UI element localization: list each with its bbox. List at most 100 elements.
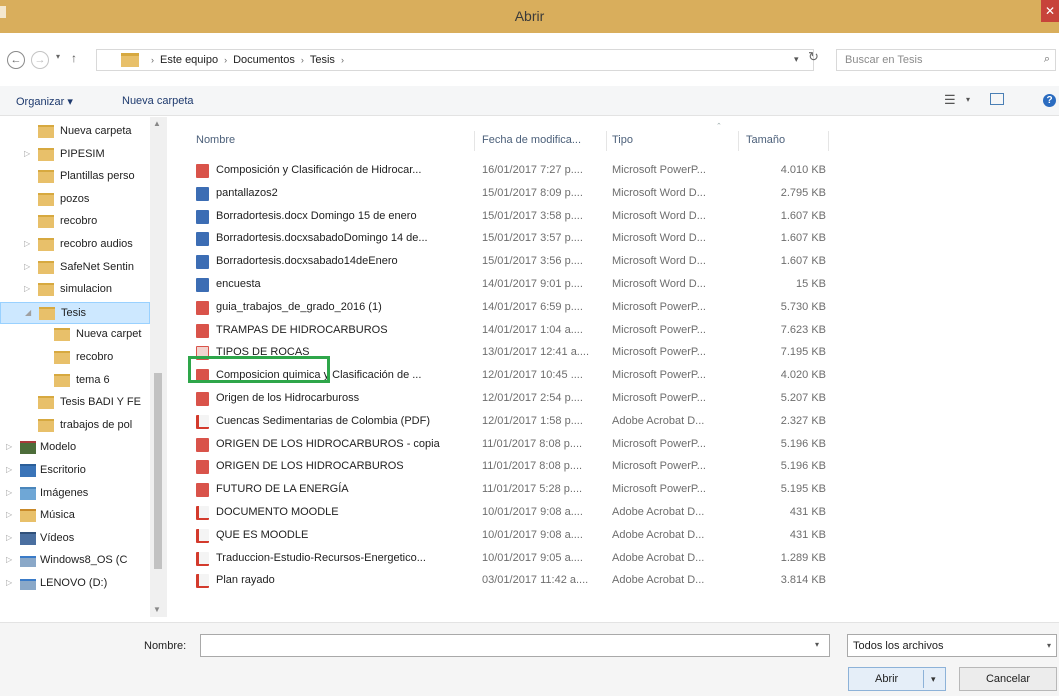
file-row[interactable]: Borradortesis.docx Domingo 15 de enero 15… [178,206,1058,228]
sidebar-item[interactable]: recobro [0,347,150,369]
file-row[interactable]: DOCUMENTO MOODLE 10/01/2017 9:08 a.... Ado… [178,502,1058,524]
expand-arrow-icon[interactable]: ▷ [6,488,12,497]
expand-arrow-icon[interactable]: ▷ [24,239,30,248]
breadcrumb-item-este-equipo[interactable]: Este equipo [160,54,218,66]
file-size: 5.195 KB [780,483,826,496]
file-row[interactable]: ORIGEN DE LOS HIDROCARBUROS - copia 11/01… [178,434,1058,456]
sidebar-item[interactable]: trabajos de pol [0,415,150,437]
cancel-button[interactable]: Cancelar [959,667,1057,691]
file-row[interactable]: QUE ES MOODLE 10/01/2017 9:08 a.... Adobe … [178,525,1058,547]
chevron-down-icon[interactable]: ▾ [1047,641,1051,650]
expand-arrow-icon[interactable]: ▷ [24,262,30,271]
preview-pane-icon[interactable] [990,93,1004,105]
breadcrumb-item-tesis[interactable]: Tesis [310,54,335,66]
recent-locations-icon[interactable]: ▾ [56,52,60,61]
up-button[interactable]: ↑ [71,51,77,65]
file-row[interactable]: Origen de los Hidrocarbuross 12/01/2017 2… [178,388,1058,410]
file-name: QUE ES MOODLE [216,528,309,541]
file-row[interactable]: ORIGEN DE LOS HIDROCARBUROS 11/01/2017 8:… [178,456,1058,478]
new-folder-button[interactable]: Nueva carpeta [122,95,194,107]
file-row[interactable]: Traduccion-Estudio-Recursos-Energetico..… [178,548,1058,570]
file-row[interactable]: Plan rayado 03/01/2017 11:42 a.... Adobe A… [178,570,1058,592]
column-divider[interactable] [474,131,475,151]
expanded-arrow-icon[interactable]: ◢ [25,308,31,317]
address-bar[interactable]: › Este equipo › Documentos › Tesis › ▾ [96,49,814,71]
change-view-icon[interactable]: ☰ [944,92,956,108]
expand-arrow-icon[interactable]: ▷ [6,442,12,451]
expand-arrow-icon[interactable]: ▷ [6,578,12,587]
sidebar-item-label: Música [40,509,75,522]
column-header-type[interactable]: Tipo [612,134,633,146]
sidebar-item[interactable]: ▷ recobro audios [0,234,150,256]
organize-menu[interactable]: Organizar ▾ [16,95,73,108]
open-options-chevron-icon[interactable]: ▾ [931,674,936,685]
scroll-down-icon[interactable]: ▼ [153,605,161,614]
sidebar-item[interactable]: pozos [0,189,150,211]
file-row[interactable]: pantallazos2 15/01/2017 8:09 p.... Microso… [178,183,1058,205]
column-header-size[interactable]: Tamaño [746,134,785,146]
expand-arrow-icon[interactable]: ▷ [6,533,12,542]
expand-arrow-icon[interactable]: ▷ [24,149,30,158]
sidebar-item[interactable]: ▷ Escritorio [0,460,150,482]
sidebar-item-label: recobro audios [60,238,133,250]
navigation-scrollbar[interactable]: ▲ ▼ [150,117,167,617]
expand-arrow-icon[interactable]: ▷ [6,555,12,564]
breadcrumb-item-documentos[interactable]: Documentos [233,54,295,66]
breadcrumb-separator[interactable]: › [224,55,227,65]
sidebar-item[interactable]: recobro [0,211,150,233]
expand-arrow-icon[interactable]: ▷ [6,510,12,519]
file-row[interactable]: Composición y Clasificación de Hidrocar.… [178,160,1058,182]
forward-button[interactable]: → [31,51,49,69]
sidebar-item-label: LENOVO (D:) [40,577,108,589]
view-options-chevron-icon[interactable]: ▾ [966,95,970,104]
sidebar-item[interactable]: ▷ Vídeos [0,528,150,550]
back-button[interactable]: ← [7,51,25,69]
expand-arrow-icon[interactable]: ▷ [24,284,30,293]
column-divider[interactable] [606,131,607,151]
sidebar-item[interactable]: ▷ Modelo [0,437,150,459]
sidebar-item[interactable]: tema 6 [0,370,150,392]
breadcrumb-separator[interactable]: › [341,55,344,65]
column-divider[interactable] [828,131,829,151]
chevron-down-icon[interactable]: ▾ [794,54,799,65]
help-icon[interactable]: ? [1043,94,1056,107]
sidebar-item[interactable]: ▷ Windows8_OS (C [0,550,150,572]
filename-input[interactable] [200,634,830,657]
file-row[interactable]: TRAMPAS DE HIDROCARBUROS 14/01/2017 1:04 … [178,320,1058,342]
search-icon[interactable]: ⌕ [1044,53,1050,66]
file-row[interactable]: Cuencas Sedimentarias de Colombia (PDF) 1… [178,411,1058,433]
sidebar-item[interactable]: Nueva carpeta [0,121,150,143]
sidebar-item[interactable]: ▷ SafeNet Sentin [0,257,150,279]
sidebar-item[interactable]: Nueva carpet [0,324,150,346]
file-name: Borradortesis.docxsabadoDomingo 14 de... [216,232,428,245]
sidebar-item[interactable]: ▷ Imágenes [0,483,150,505]
search-input[interactable]: Buscar en Tesis ⌕ [836,49,1056,71]
close-button[interactable]: ✕ [1041,0,1059,22]
refresh-button[interactable]: ↻ [808,49,819,65]
column-header-name[interactable]: Nombre [196,134,235,146]
file-row[interactable]: encuesta 14/01/2017 9:01 p.... Microsoft W… [178,274,1058,296]
file-row[interactable]: guia_trabajos_de_grado_2016 (1) 14/01/201… [178,297,1058,319]
file-type-filter-select[interactable]: Todos los archivos ▾ [847,634,1057,657]
file-row[interactable]: FUTURO DE LA ENERGÍA 11/01/2017 5:28 p...… [178,479,1058,501]
sidebar-item[interactable]: ▷ Música [0,505,150,527]
breadcrumb-separator[interactable]: › [151,55,154,65]
filename-history-chevron-icon[interactable]: ▾ [815,640,819,649]
scroll-up-icon[interactable]: ▲ [153,119,161,128]
breadcrumb-separator[interactable]: › [301,55,304,65]
powerpoint-icon [196,300,209,315]
column-header-date[interactable]: Fecha de modifica... [482,134,581,146]
sidebar-item[interactable]: Tesis BADI Y FE [0,392,150,414]
sidebar-item[interactable]: Plantillas perso [0,166,150,188]
column-divider[interactable] [738,131,739,151]
open-button[interactable]: Abrir ▾ [848,667,946,691]
sidebar-item-label: SafeNet Sentin [60,260,134,273]
expand-arrow-icon[interactable]: ▷ [6,465,12,474]
scrollbar-thumb[interactable] [154,373,162,569]
sidebar-item[interactable]: ◢ Tesis [0,301,150,324]
file-row[interactable]: Borradortesis.docxsabado14deEnero 15/01/2… [178,251,1058,273]
file-row[interactable]: Borradortesis.docxsabadoDomingo 14 de...… [178,228,1058,250]
sidebar-item[interactable]: ▷ simulacion [0,279,150,301]
sidebar-item[interactable]: ▷ LENOVO (D:) [0,573,150,595]
sidebar-item[interactable]: ▷ PIPESIM [0,144,150,166]
